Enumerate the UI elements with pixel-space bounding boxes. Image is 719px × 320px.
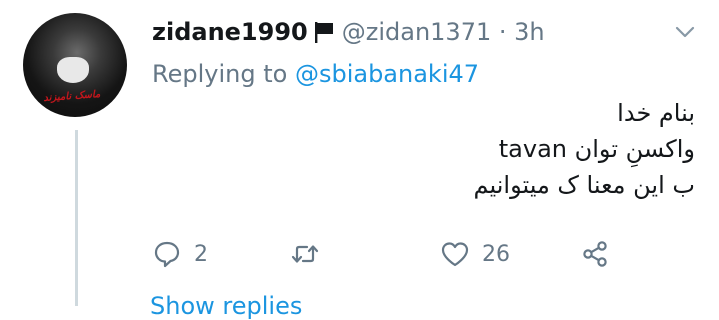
reply-bubble-icon — [154, 241, 180, 268]
avatar-column: ماسک نامیزند — [0, 0, 150, 306]
avatar[interactable]: ماسک نامیزند — [23, 13, 127, 117]
share-button[interactable] — [580, 234, 610, 274]
thread-line — [75, 130, 78, 306]
like-button[interactable]: 26 — [440, 234, 510, 274]
retweet-button[interactable] — [290, 234, 332, 274]
next-item-peek[interactable]: Show replies — [150, 294, 302, 318]
replying-prefix: Replying to — [152, 60, 288, 88]
share-icon — [583, 241, 607, 267]
timestamp[interactable]: 3h — [514, 18, 544, 46]
display-name[interactable]: zidane1990 — [152, 18, 308, 46]
reply-button[interactable]: 2 — [152, 234, 208, 274]
replying-mention[interactable]: @sbiabanaki47 — [295, 60, 479, 88]
tweet-actions: 2 26 — [152, 234, 692, 274]
like-count: 26 — [482, 241, 510, 267]
face-mask-graphic — [57, 57, 89, 83]
replying-to: Replying to @sbiabanaki47 — [152, 58, 479, 90]
tweet-body: بنام خدا واکسنِ توان tavan ب این معنا ک … — [473, 99, 696, 199]
separator-dot: · — [498, 18, 507, 46]
retweet-icon — [291, 245, 319, 263]
black-flag-icon — [314, 22, 333, 43]
tweet-header: zidane1990 @zidan1371 · 3h — [152, 14, 712, 50]
avatar-caption: ماسک نامیزند — [43, 89, 101, 104]
reply-count: 2 — [194, 241, 208, 267]
heart-icon — [441, 242, 469, 267]
handle[interactable]: @zidan1371 — [342, 18, 492, 46]
chevron-down-icon[interactable] — [673, 20, 697, 44]
